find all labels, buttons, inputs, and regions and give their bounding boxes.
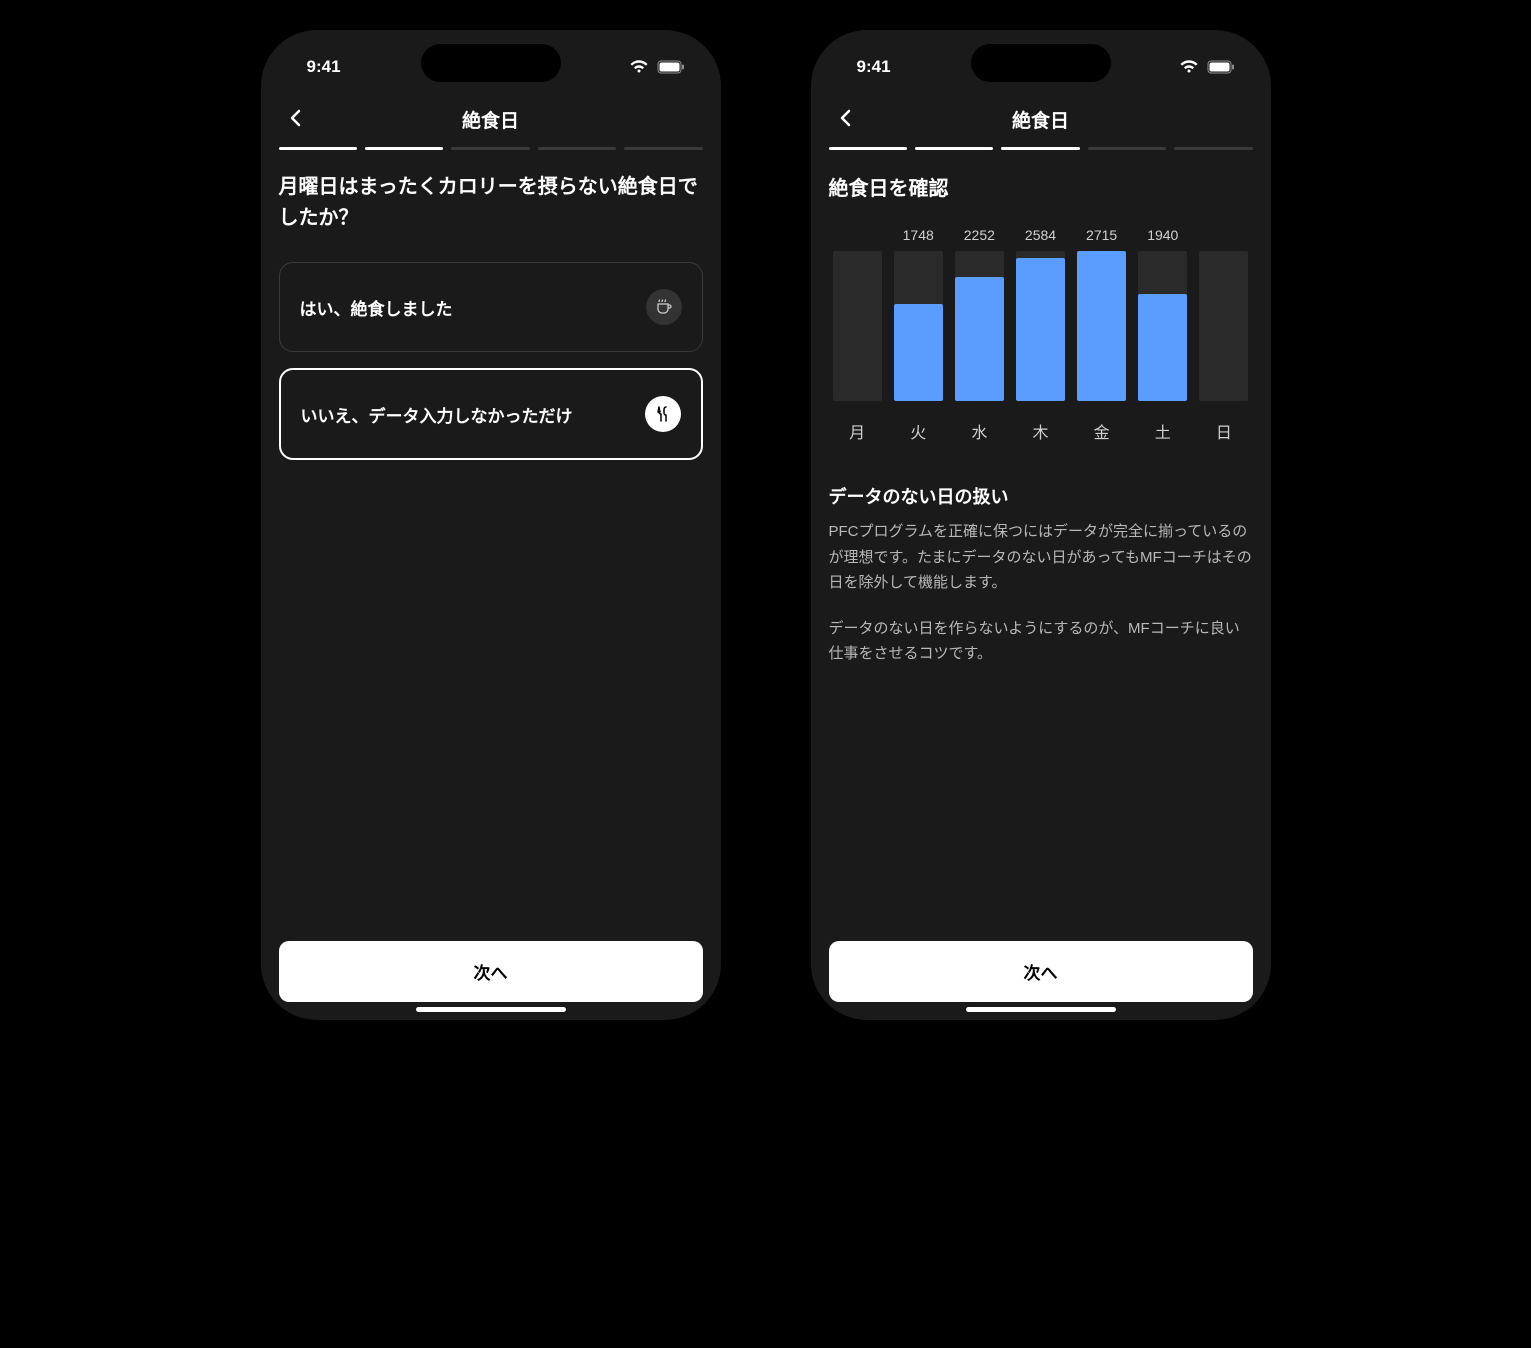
phone-screen-right: 9:41 絶食日 絶食日を確認 1748 2252 2584 2715 1940 月火水…	[811, 30, 1271, 1020]
status-icons	[1179, 60, 1235, 74]
progress-indicator	[811, 147, 1271, 172]
bar-track	[1016, 251, 1065, 401]
day-label: 月	[833, 419, 882, 443]
back-button[interactable]	[279, 101, 311, 139]
bar-value-label: 2584	[1025, 227, 1056, 245]
status-time: 9:41	[307, 57, 341, 77]
chart-bar-月	[833, 227, 882, 401]
option-yes-fasted[interactable]: はい、絶食しました	[279, 262, 703, 352]
day-label: 金	[1077, 419, 1126, 443]
day-label: 木	[1016, 419, 1065, 443]
bar-fill	[1138, 294, 1187, 401]
bar-value-label: 1940	[1147, 227, 1178, 245]
next-button[interactable]: 次へ	[829, 941, 1253, 1002]
progress-seg	[1088, 147, 1166, 150]
chart-bar-木: 2584	[1016, 227, 1065, 401]
page-title: 絶食日	[462, 106, 519, 133]
bar-track	[1138, 251, 1187, 401]
progress-indicator	[261, 147, 721, 172]
day-label: 水	[955, 419, 1004, 443]
coffee-icon	[646, 289, 682, 325]
day-label: 火	[894, 419, 943, 443]
battery-icon	[1207, 60, 1235, 74]
day-label: 土	[1138, 419, 1187, 443]
bar-fill	[894, 304, 943, 401]
weekly-calorie-chart: 1748 2252 2584 2715 1940 月火水木金土日	[829, 221, 1253, 443]
section-title: 絶食日を確認	[829, 172, 1253, 201]
home-indicator[interactable]	[416, 1007, 566, 1012]
status-icons	[629, 60, 685, 74]
progress-seg	[915, 147, 993, 150]
next-button[interactable]: 次へ	[279, 941, 703, 1002]
progress-seg	[365, 147, 443, 150]
chart-bar-日	[1199, 227, 1248, 401]
content: 月曜日はまったくカロリーを摂らない絶食日でしたか？ はい、絶食しました いいえ、…	[261, 172, 721, 923]
utensils-icon	[645, 396, 681, 432]
bar-track	[1077, 251, 1126, 401]
info-title: データのない日の扱い	[829, 483, 1253, 509]
wifi-icon	[1179, 60, 1199, 74]
day-label: 日	[1199, 419, 1248, 443]
progress-seg	[1174, 147, 1252, 150]
device-notch	[971, 44, 1111, 82]
bar-track	[894, 251, 943, 401]
bar-value-label: 2715	[1086, 227, 1117, 245]
chart-bar-土: 1940	[1138, 227, 1187, 401]
bar-track	[955, 251, 1004, 401]
info-paragraph: データのない日を作らないようにするのが、MFコーチに良い仕事をさせるコツです。	[829, 616, 1253, 667]
wifi-icon	[629, 60, 649, 74]
question-text: 月曜日はまったくカロリーを摂らない絶食日でしたか？	[279, 172, 703, 234]
footer: 次へ	[811, 923, 1271, 1020]
info-block: データのない日の扱い PFCプログラムを正確に保つにはデータが完全に揃っているの…	[829, 483, 1253, 667]
progress-seg	[624, 147, 702, 150]
content: 絶食日を確認 1748 2252 2584 2715 1940 月火水木金土日 データの…	[811, 172, 1271, 923]
bar-track	[1199, 251, 1248, 401]
option-no-just-no-data[interactable]: いいえ、データ入力しなかっただけ	[279, 368, 703, 460]
bar-track	[833, 251, 882, 401]
chart-bar-火: 1748	[894, 227, 943, 401]
page-title: 絶食日	[1012, 106, 1069, 133]
phone-screen-left: 9:41 絶食日 月曜日はまったくカロリーを摂らない絶食日でしたか？ はい、絶食…	[261, 30, 721, 1020]
status-time: 9:41	[857, 57, 891, 77]
progress-seg	[829, 147, 907, 150]
device-notch	[421, 44, 561, 82]
back-button[interactable]	[829, 101, 861, 139]
progress-seg	[279, 147, 357, 150]
battery-icon	[657, 60, 685, 74]
chart-bar-金: 2715	[1077, 227, 1126, 401]
progress-seg	[538, 147, 616, 150]
progress-seg	[451, 147, 529, 150]
bar-value-label: 1748	[903, 227, 934, 245]
chart-bar-水: 2252	[955, 227, 1004, 401]
header: 絶食日	[261, 90, 721, 147]
bar-fill	[1077, 251, 1126, 401]
option-label: いいえ、データ入力しなかっただけ	[301, 402, 573, 427]
option-label: はい、絶食しました	[300, 295, 453, 320]
home-indicator[interactable]	[966, 1007, 1116, 1012]
header: 絶食日	[811, 90, 1271, 147]
bar-fill	[955, 277, 1004, 401]
bar-value-label: 2252	[964, 227, 995, 245]
info-paragraph: PFCプログラムを正確に保つにはデータが完全に揃っているのが理想です。たまにデー…	[829, 519, 1253, 596]
footer: 次へ	[261, 923, 721, 1020]
bar-fill	[1016, 258, 1065, 401]
progress-seg	[1001, 147, 1079, 150]
